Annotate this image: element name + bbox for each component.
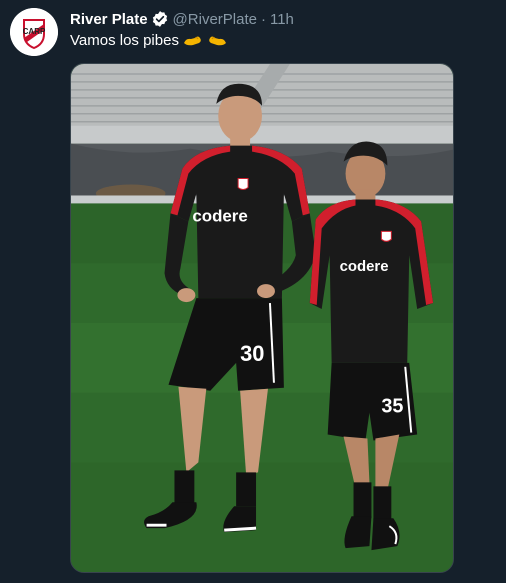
sponsor-logo-1: codere	[192, 206, 247, 225]
tweet-photo[interactable]: codere 30 codere 35	[70, 63, 454, 573]
tweet-text-content: Vamos los pibes	[70, 32, 179, 49]
photo-players-training: codere 30 codere 35	[71, 64, 453, 572]
flexed-arm-emoji-icon	[183, 34, 203, 48]
river-plate-crest-icon: CARP	[10, 8, 58, 56]
sponsor-logo-2: codere	[340, 258, 389, 275]
verified-badge-icon	[151, 10, 169, 28]
author-handle[interactable]: @RiverPlate	[173, 11, 257, 28]
separator: ·	[260, 10, 266, 28]
timestamp[interactable]: 11h	[270, 11, 294, 28]
tweet-text: Vamos los pibes	[70, 32, 227, 49]
tweet[interactable]: CARP River Plate @RiverPlate · 11h Vamos…	[0, 0, 506, 583]
player-number-30: 30	[240, 341, 264, 366]
player-number-35: 35	[381, 396, 403, 418]
author-name[interactable]: River Plate	[70, 11, 148, 28]
svg-text:CARP: CARP	[23, 27, 46, 36]
avatar[interactable]: CARP	[10, 8, 58, 56]
tweet-header: River Plate @RiverPlate · 11h	[70, 9, 294, 29]
flexed-arm-emoji-icon	[207, 34, 227, 48]
